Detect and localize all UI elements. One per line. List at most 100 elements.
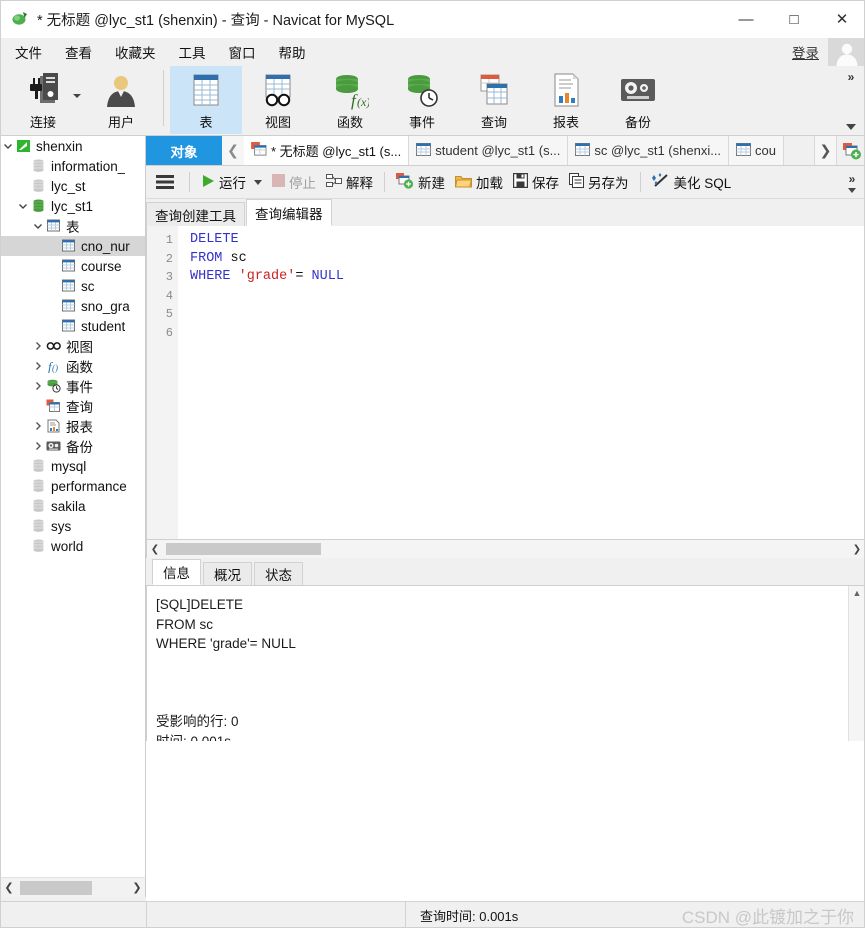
collapse-ribbon-icon[interactable] bbox=[846, 124, 856, 130]
code-line[interactable]: DELETE bbox=[190, 231, 864, 250]
sidebar-horizontal-scrollbar[interactable]: ❮ ❯ bbox=[1, 877, 146, 897]
object-tree-sidebar[interactable]: shenxin information_ lyc_st lyc_st1 表 cno_nur… bbox=[1, 136, 146, 877]
tree-item-shenxin[interactable]: shenxin bbox=[1, 136, 145, 156]
explain-button[interactable]: 解释 bbox=[321, 169, 378, 195]
sidebar-scroll-thumb[interactable] bbox=[20, 880, 92, 895]
toolbar-report-button[interactable]: 报表 bbox=[530, 66, 602, 134]
hamburger-menu-icon[interactable] bbox=[146, 169, 183, 195]
tree-item-sakila[interactable]: sakila bbox=[1, 496, 145, 516]
menu-item-tools[interactable]: 工具 bbox=[170, 39, 215, 65]
tree-item-表[interactable]: 表 bbox=[1, 216, 145, 236]
tree-item-sc[interactable]: sc bbox=[1, 276, 145, 296]
tree-item-查询[interactable]: 查询 bbox=[1, 396, 145, 416]
toolbar-query-button[interactable]: 查询 bbox=[458, 66, 530, 134]
toolbar-backup-button[interactable]: 备份 bbox=[602, 66, 674, 134]
toolbar-event-button[interactable]: 事件 bbox=[386, 66, 458, 134]
toolbar-user-button[interactable]: 用户 bbox=[85, 66, 157, 134]
toolbar-table-button[interactable]: 表 bbox=[170, 66, 242, 134]
tree-item-报表[interactable]: 报表 bbox=[1, 416, 145, 436]
tab-course-table[interactable]: cou bbox=[729, 136, 785, 165]
tab-scroll-right-icon[interactable]: ❯ bbox=[814, 136, 836, 165]
collapse-icon[interactable] bbox=[848, 187, 856, 193]
chevron-down-icon[interactable] bbox=[254, 179, 262, 185]
load-button[interactable]: 加载 bbox=[450, 169, 508, 195]
scroll-right-icon[interactable]: ❯ bbox=[129, 881, 145, 894]
menu-item-view[interactable]: 查看 bbox=[56, 39, 101, 65]
tab-query-editor[interactable]: 查询编辑器 bbox=[246, 199, 332, 226]
toolbar-connection-button[interactable]: 连接 bbox=[1, 66, 85, 134]
menu-item-favorites[interactable]: 收藏夹 bbox=[106, 39, 165, 65]
tree-item-lyc_st[interactable]: lyc_st bbox=[1, 176, 145, 196]
sidebar-scroll-track[interactable] bbox=[17, 878, 129, 898]
editor-scroll-thumb[interactable] bbox=[166, 543, 321, 555]
tree-item-information_[interactable]: information_ bbox=[1, 156, 145, 176]
tree-item-mysql[interactable]: mysql bbox=[1, 456, 145, 476]
chevron-right-icon[interactable] bbox=[31, 341, 45, 351]
tree-item-sys[interactable]: sys bbox=[1, 516, 145, 536]
save-button[interactable]: 保存 bbox=[508, 169, 564, 195]
sql-code[interactable]: DELETE FROM sc WHERE 'grade'= NULL bbox=[178, 226, 864, 539]
scroll-left-icon[interactable]: ❮ bbox=[147, 544, 163, 555]
result-tab-status[interactable]: 状态 bbox=[254, 562, 303, 585]
sql-editor[interactable]: 123456 DELETE FROM sc WHERE 'grade'= NULL bbox=[146, 226, 864, 540]
result-tab-info[interactable]: 信息 bbox=[152, 559, 201, 585]
save-as-button[interactable]: 另存为 bbox=[564, 169, 634, 195]
beautify-sql-button[interactable]: 美化 SQL bbox=[647, 169, 737, 195]
login-link[interactable]: 登录 bbox=[792, 42, 828, 62]
tree-item-world[interactable]: world bbox=[1, 536, 145, 556]
tree-item-函数[interactable]: f() 函数 bbox=[1, 356, 145, 376]
chevron-right-icon[interactable] bbox=[31, 441, 45, 451]
tree-item-sno_gra[interactable]: sno_gra bbox=[1, 296, 145, 316]
menu-item-file[interactable]: 文件 bbox=[6, 39, 51, 65]
tree-item-lyc_st1[interactable]: lyc_st1 bbox=[1, 196, 145, 216]
maximize-button[interactable]: □ bbox=[770, 1, 818, 38]
new-tab-icon[interactable] bbox=[836, 136, 864, 165]
code-line[interactable]: FROM sc bbox=[190, 250, 864, 269]
scroll-right-icon[interactable]: ❯ bbox=[849, 544, 864, 555]
scroll-left-icon[interactable]: ❮ bbox=[1, 881, 17, 894]
tree-item-cno_nur[interactable]: cno_nur bbox=[1, 236, 145, 256]
avatar[interactable] bbox=[828, 38, 864, 66]
close-button[interactable]: ✕ bbox=[818, 1, 864, 38]
editor-horizontal-scrollbar[interactable]: ❮ ❯ bbox=[146, 540, 864, 558]
event-icon bbox=[400, 71, 444, 111]
tab-query-builder[interactable]: 查询创建工具 bbox=[146, 202, 245, 226]
line-number-gutter: 1 2 3 4 5 6 bbox=[147, 226, 178, 539]
result-tab-profile[interactable]: 概况 bbox=[203, 562, 252, 585]
tab-scroll-left-icon[interactable]: ❮ bbox=[222, 136, 244, 165]
toolbar-function-button[interactable]: f (x) 函数 bbox=[314, 66, 386, 134]
chevron-right-icon[interactable] bbox=[31, 421, 45, 431]
tree-item-course[interactable]: course bbox=[1, 256, 145, 276]
tab-query-untitled[interactable]: * 无标题 @lyc_st1 (s... bbox=[244, 136, 410, 165]
chevron-down-icon[interactable] bbox=[16, 201, 30, 211]
code-line[interactable]: WHERE 'grade'= NULL bbox=[190, 268, 864, 287]
tab-student-table[interactable]: student @lyc_st1 (s... bbox=[409, 136, 569, 165]
code-line[interactable] bbox=[190, 324, 864, 343]
new-query-button[interactable]: 新建 bbox=[391, 169, 450, 195]
tree-item-performance[interactable]: performance bbox=[1, 476, 145, 496]
menu-item-window[interactable]: 窗口 bbox=[220, 39, 265, 65]
tree-item-事件[interactable]: 事件 bbox=[1, 376, 145, 396]
menu-item-help[interactable]: 帮助 bbox=[270, 39, 315, 65]
table-item-icon bbox=[60, 319, 77, 333]
chevron-right-icon[interactable] bbox=[31, 361, 45, 371]
code-line[interactable] bbox=[190, 305, 864, 324]
code-line[interactable] bbox=[190, 287, 864, 306]
tab-objects[interactable]: 对象 bbox=[146, 136, 222, 165]
chevron-right-icon[interactable] bbox=[31, 381, 45, 391]
chevron-down-icon[interactable] bbox=[31, 221, 45, 231]
query-toolbar-overflow[interactable]: » bbox=[838, 166, 864, 199]
toolbar-view-button[interactable]: 视图 bbox=[242, 66, 314, 134]
tab-sc-table[interactable]: sc @lyc_st1 (shenxi... bbox=[568, 136, 730, 165]
chevron-down-icon[interactable] bbox=[1, 141, 15, 151]
scroll-up-icon[interactable]: ▲ bbox=[853, 588, 862, 598]
minimize-button[interactable]: — bbox=[722, 1, 770, 38]
tree-item-student[interactable]: student bbox=[1, 316, 145, 336]
tree-item-备份[interactable]: 备份 bbox=[1, 436, 145, 456]
tree-item-视图[interactable]: 视图 bbox=[1, 336, 145, 356]
run-button[interactable]: 运行 bbox=[196, 169, 267, 195]
chevron-down-icon[interactable] bbox=[73, 94, 81, 98]
double-chevron-icon[interactable]: » bbox=[849, 172, 856, 186]
toolbar-overflow[interactable]: » bbox=[836, 66, 864, 136]
double-chevron-icon[interactable]: » bbox=[848, 70, 855, 84]
